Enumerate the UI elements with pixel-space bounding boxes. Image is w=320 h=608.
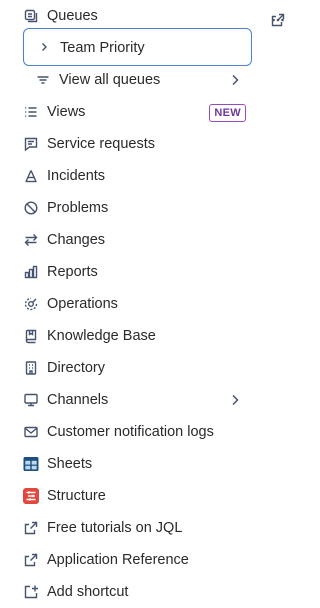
external-link-icon: [19, 548, 43, 572]
book-icon: [19, 324, 43, 348]
queues-icon: [19, 4, 43, 28]
sidebar-item-label: Sheets: [47, 456, 93, 472]
new-badge: NEW: [209, 104, 246, 122]
sidebar-item-label: Channels: [47, 392, 109, 408]
building-icon: [19, 356, 43, 380]
sidebar-item-label: Add shortcut: [47, 584, 129, 600]
warning-triangle-icon: [19, 164, 43, 188]
sidebar-item-directory[interactable]: Directory: [0, 352, 259, 384]
sidebar-item-label: Incidents: [47, 168, 106, 184]
sidebar-item-knowledge-base[interactable]: Knowledge Base: [0, 320, 259, 352]
queue-item-label: Team Priority: [60, 40, 145, 56]
swap-arrows-icon: [19, 228, 43, 252]
sidebar-item-label: Knowledge Base: [47, 328, 156, 344]
chevron-right-icon[interactable]: [34, 37, 54, 57]
list-bullets-icon: [19, 100, 43, 124]
sidebar-item-service-requests[interactable]: Service requests: [0, 128, 259, 160]
sidebar-item-reports[interactable]: Reports: [0, 256, 259, 288]
more-options-icon[interactable]: [266, 8, 290, 32]
sidebar-item-changes[interactable]: Changes: [0, 224, 259, 256]
sidebar-nav: Queues Team Priority View all queues Vie…: [0, 0, 285, 608]
sidebar-item-label: Operations: [47, 296, 118, 312]
chevron-right-icon: [225, 70, 245, 90]
sidebar-item-label: Problems: [47, 200, 109, 216]
add-shortcut-icon: [19, 580, 43, 604]
sidebar-item-add-shortcut[interactable]: Add shortcut: [0, 576, 259, 608]
sidebar-item-label: Structure: [47, 488, 106, 504]
operations-icon: [19, 292, 43, 316]
sidebar-item-free-tutorials-jql[interactable]: Free tutorials on JQL: [0, 512, 259, 544]
envelope-icon: [19, 420, 43, 444]
sidebar-item-label: Views: [47, 104, 86, 120]
sidebar-item-label: Queues: [47, 8, 98, 24]
chevron-right-icon: [225, 390, 245, 410]
structure-app-icon: [19, 484, 43, 508]
sidebar-item-label: Reports: [47, 264, 98, 280]
sidebar-item-label: Application Reference: [47, 552, 189, 568]
external-link-icon: [19, 516, 43, 540]
sidebar-item-label: Free tutorials on JQL: [47, 520, 183, 536]
sidebar-item-customer-notification-logs[interactable]: Customer notification logs: [0, 416, 259, 448]
sidebar-item-incidents[interactable]: Incidents: [0, 160, 259, 192]
view-all-queues[interactable]: View all queues: [0, 64, 259, 96]
sidebar-item-label: Service requests: [47, 136, 155, 152]
sidebar-item-channels[interactable]: Channels: [0, 384, 259, 416]
monitor-icon: [19, 388, 43, 412]
speech-bubble-icon: [19, 132, 43, 156]
blocked-icon: [19, 196, 43, 220]
sheets-grid-icon: [19, 452, 43, 476]
sidebar-item-label: Changes: [47, 232, 106, 248]
sidebar-item-problems[interactable]: Problems: [0, 192, 259, 224]
sidebar-item-label: Directory: [47, 360, 106, 376]
list-filter-icon: [31, 68, 55, 92]
view-all-queues-label: View all queues: [59, 72, 161, 88]
sidebar-item-application-reference[interactable]: Application Reference: [0, 544, 259, 576]
sidebar-item-label: Customer notification logs: [47, 424, 214, 440]
sidebar-item-views[interactable]: Views NEW: [0, 96, 259, 128]
sidebar-item-operations[interactable]: Operations: [0, 288, 259, 320]
bar-chart-icon: [19, 260, 43, 284]
sidebar-item-structure[interactable]: Structure: [0, 480, 259, 512]
queue-item-team-priority[interactable]: Team Priority: [23, 28, 252, 66]
sidebar-item-sheets[interactable]: Sheets: [0, 448, 259, 480]
